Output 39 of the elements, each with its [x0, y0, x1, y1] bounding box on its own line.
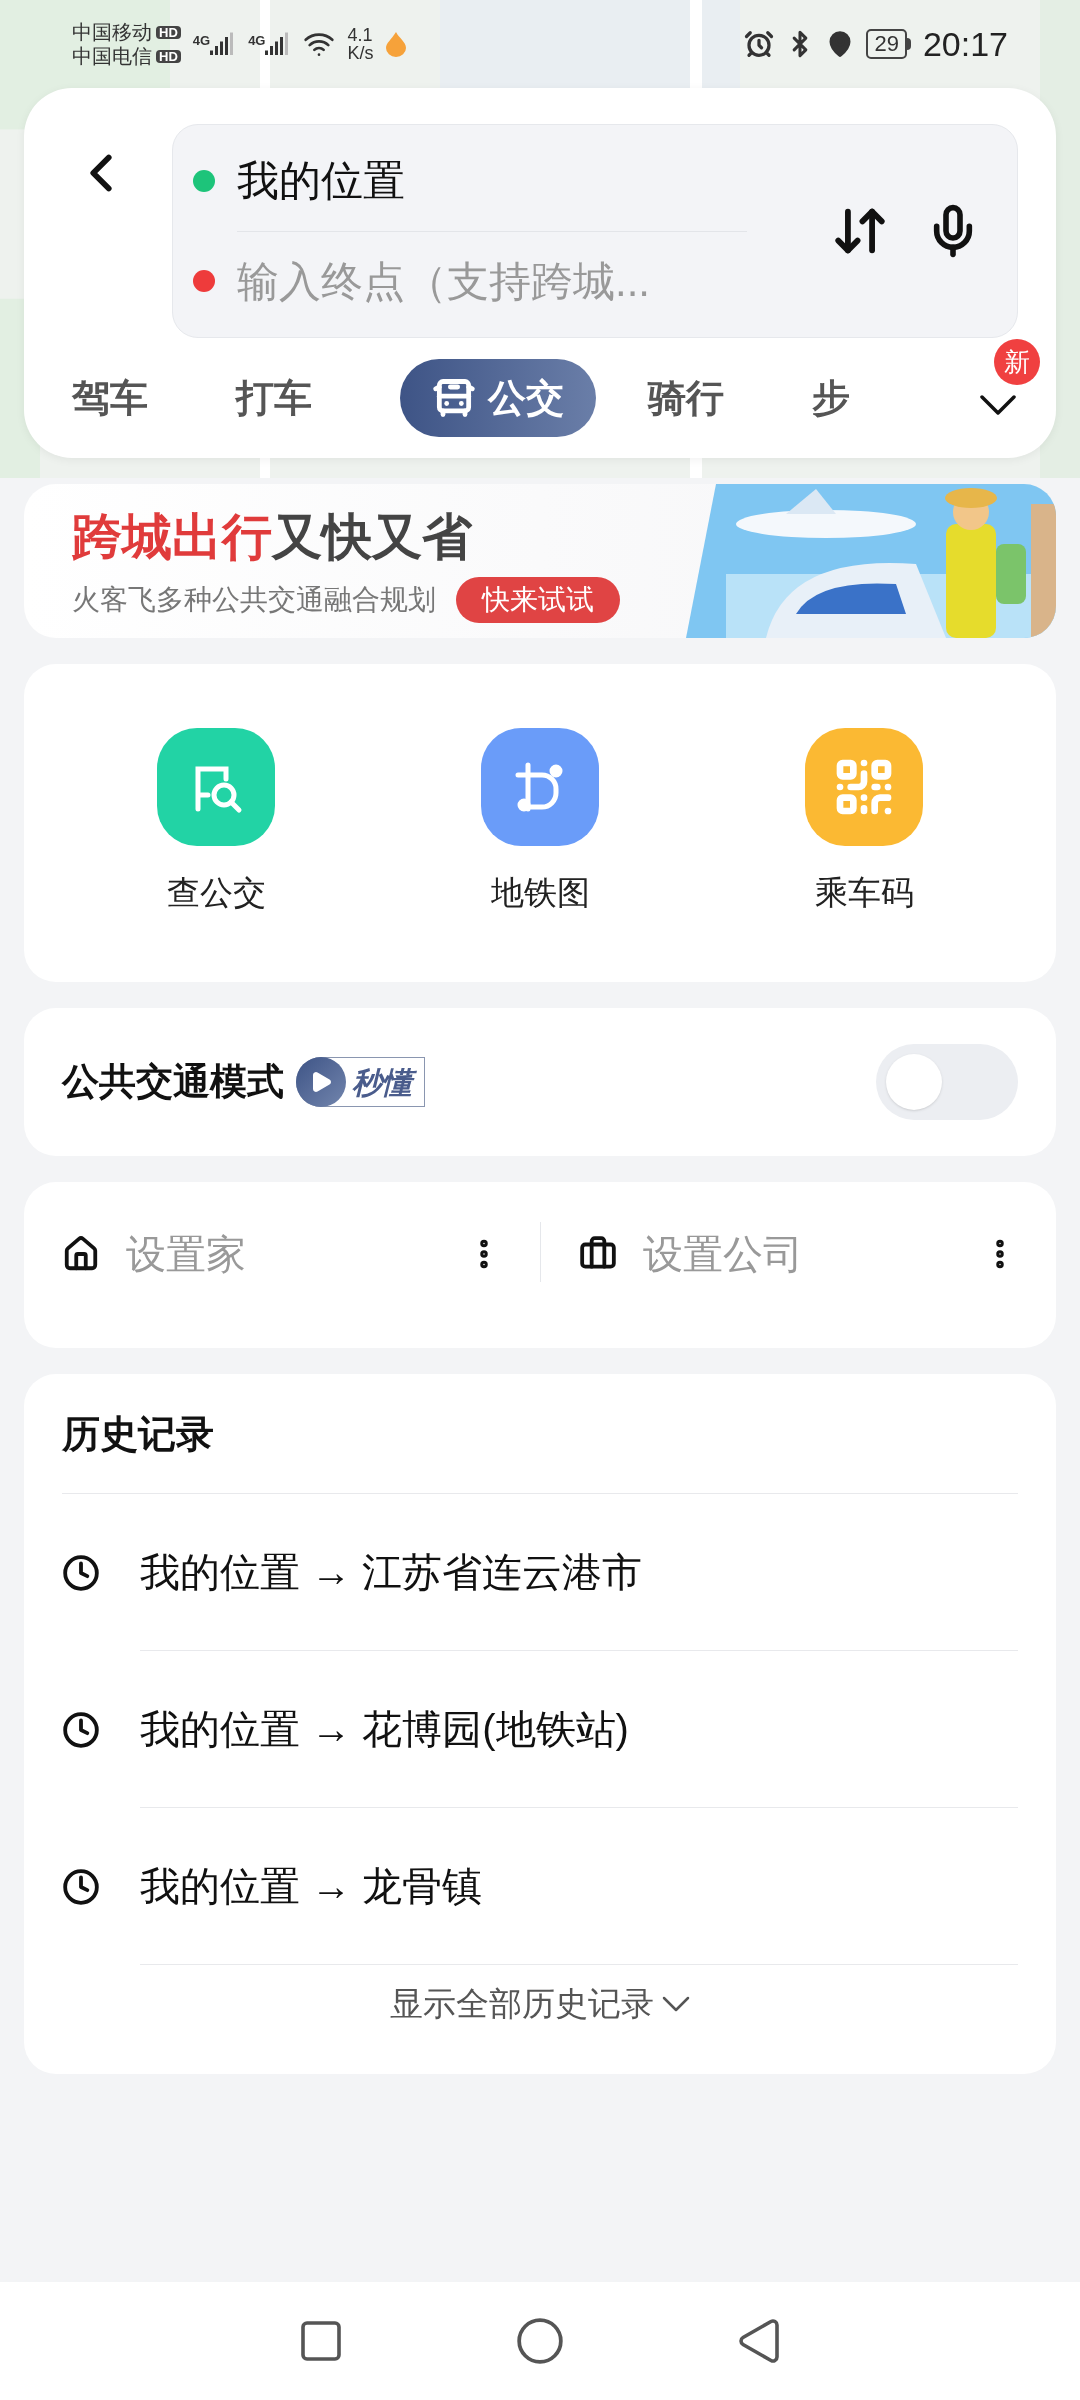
- history-item[interactable]: 我的位置 → 江苏省连云港市: [140, 1542, 643, 1602]
- destination-field[interactable]: 输入终点（支持跨城...: [237, 249, 747, 313]
- promo-banner[interactable]: 跨城出行又快又省 火客飞多种公共交通融合规划 快来试试: [24, 484, 1056, 638]
- alarm-icon: [744, 29, 775, 59]
- shortcut-button[interactable]: 乘车码: [702, 728, 1026, 918]
- carrier-name: 中国移动: [72, 22, 152, 42]
- mode-tab[interactable]: 步: [812, 369, 850, 427]
- try-button[interactable]: 快来试试: [456, 576, 620, 623]
- show-all-history-button[interactable]: 显示全部历史记录: [390, 1979, 690, 2029]
- chevron-down-icon: [980, 395, 1016, 415]
- more-modes-button[interactable]: [980, 395, 1016, 415]
- history-item[interactable]: 我的位置 → 花博园(地铁站): [140, 1699, 629, 1759]
- video-badge[interactable]: 秒懂: [296, 1057, 425, 1107]
- clock-time: 20:17: [922, 23, 1008, 65]
- banner-title: 跨城出行又快又省: [72, 508, 474, 567]
- mode-tab[interactable]: 驾车: [72, 369, 148, 427]
- history-item[interactable]: 我的位置 → 龙骨镇: [140, 1856, 483, 1916]
- mode-tab[interactable]: 公交: [400, 359, 596, 437]
- banner-subtitle: 火客飞多种公共交通融合规划: [72, 582, 436, 617]
- home-icon: [62, 1235, 100, 1273]
- clock-icon: [62, 1553, 100, 1592]
- transit-mode-title: 公共交通模式: [62, 1060, 284, 1105]
- carrier-name: 中国电信: [72, 46, 152, 66]
- speed-value: 4.1: [347, 26, 374, 44]
- history-title: 历史记录: [62, 1412, 214, 1457]
- network-label: 4G: [248, 32, 266, 50]
- new-badge: 新: [994, 339, 1040, 385]
- mode-tab[interactable]: 打车: [236, 369, 312, 427]
- chevron-down-icon: [662, 1995, 690, 2012]
- network-label: 4G: [192, 32, 211, 50]
- shortcut-button[interactable]: 地铁图: [378, 728, 702, 918]
- clock-icon: [62, 1867, 100, 1906]
- shortcut-button[interactable]: 查公交: [54, 728, 378, 918]
- speed-unit: K/s: [347, 44, 374, 62]
- bus-icon: [432, 376, 476, 420]
- home-icon[interactable]: [515, 2316, 565, 2366]
- mode-tab[interactable]: 骑行: [648, 369, 724, 427]
- origin-field[interactable]: 我的位置: [237, 130, 747, 232]
- clock-icon: [62, 1710, 100, 1749]
